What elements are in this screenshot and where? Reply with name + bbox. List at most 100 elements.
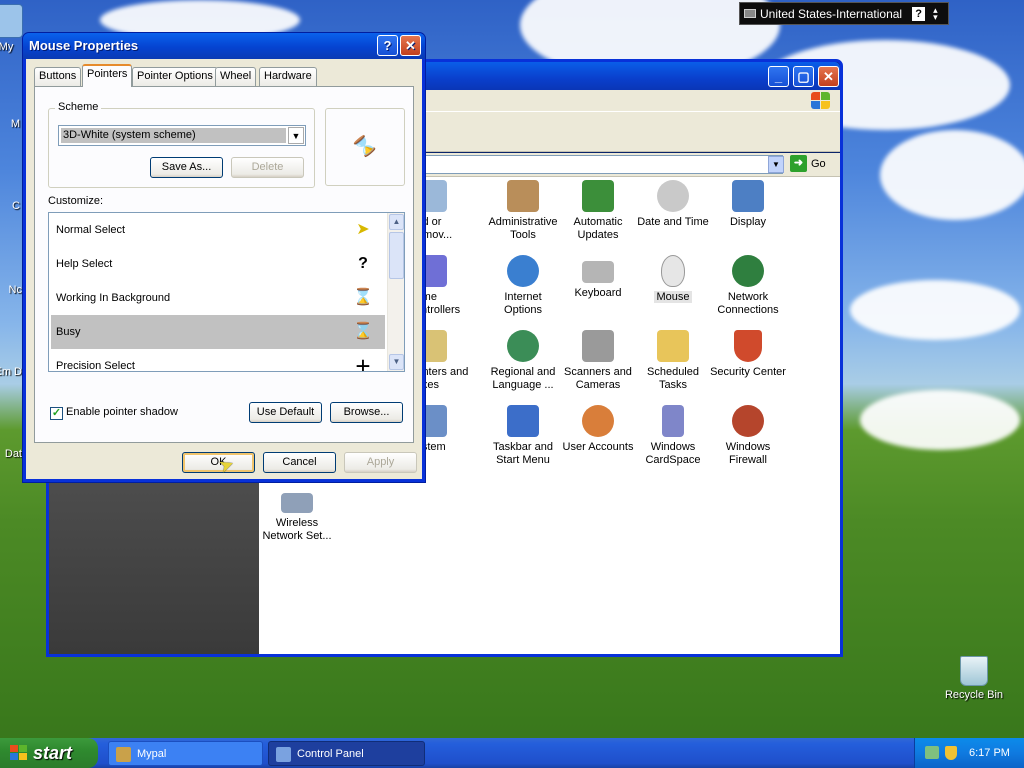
taskbar-app-mypal[interactable]: Mypal xyxy=(108,741,263,766)
cp-item-windows-firewall[interactable]: Windows Firewall xyxy=(710,405,786,467)
recycle-bin-icon xyxy=(960,656,988,686)
list-item[interactable]: Precision Select + xyxy=(51,349,385,372)
cp-item-taskbar-start-menu[interactable]: Taskbar and Start Menu xyxy=(485,405,561,467)
desktop-icon-label: Recycle Bin xyxy=(944,689,1004,701)
list-item[interactable]: Working In Background ⌛ xyxy=(51,281,385,315)
scheme-select[interactable]: 3D-White (system scheme) ▼ xyxy=(58,125,306,146)
busy-pointer-preview-icon: ⌛ xyxy=(349,131,380,162)
cp-item-label: Internet Options xyxy=(504,291,542,316)
list-item[interactable]: Help Select ? xyxy=(51,247,385,281)
desktop-icon-recycle-bin[interactable]: Recycle Bin xyxy=(938,656,1010,701)
pointer-list[interactable]: Normal Select ➤ Help Select ? Working In… xyxy=(48,212,405,372)
cp-item-wireless-network[interactable]: Wireless Network Set... xyxy=(259,485,335,543)
apply-button[interactable]: Apply xyxy=(344,452,417,473)
save-as-button[interactable]: Save As... xyxy=(150,157,223,178)
taskbar-icon xyxy=(507,405,539,437)
cp-item-keyboard[interactable]: Keyboard xyxy=(560,255,636,300)
address-dropdown-icon[interactable]: ▼ xyxy=(768,156,784,173)
desktop-icon-data[interactable]: Dat xyxy=(0,448,22,460)
scanner-icon xyxy=(582,330,614,362)
taskbar-app-control-panel[interactable]: Control Panel xyxy=(268,741,425,766)
help-button[interactable]: ? xyxy=(377,35,398,56)
dialog-body: Buttons Pointers Pointer Options Wheel H… xyxy=(26,59,422,479)
clock-icon xyxy=(657,180,689,212)
go-arrow-icon: ➜ xyxy=(790,155,807,172)
desktop-icon-label: C xyxy=(12,200,20,212)
help-icon[interactable]: ? xyxy=(912,6,926,21)
use-default-button[interactable]: Use Default xyxy=(249,402,322,423)
cp-item-network-connections[interactable]: Network Connections xyxy=(710,255,786,317)
admin-tools-icon xyxy=(507,180,539,212)
clock[interactable]: 6:17 PM xyxy=(969,738,1010,768)
desktop-icon-label: Nc xyxy=(8,284,22,296)
cp-item-user-accounts[interactable]: User Accounts xyxy=(560,405,636,454)
delete-button[interactable]: Delete xyxy=(231,157,304,178)
cp-item-label: Taskbar and Start Menu xyxy=(493,441,553,466)
tab-wheel[interactable]: Wheel xyxy=(215,67,257,86)
start-label: start xyxy=(33,743,73,763)
cp-item-internet-options[interactable]: Internet Options xyxy=(485,255,561,317)
mypal-icon xyxy=(116,747,131,762)
tab-buttons[interactable]: Buttons xyxy=(34,67,82,86)
pointer-name: Help Select xyxy=(56,258,113,270)
desktop-icon-email[interactable]: Em D xyxy=(0,366,22,378)
tab-pointers[interactable]: Pointers xyxy=(82,64,133,87)
dialog-title: Mouse Properties xyxy=(29,38,139,53)
cp-item-label: Wireless Network Set... xyxy=(262,517,332,542)
network-tray-icon[interactable] xyxy=(925,746,939,759)
keyboard-icon xyxy=(582,261,614,283)
folder-clock-icon xyxy=(657,330,689,362)
cancel-button[interactable]: Cancel xyxy=(263,452,336,473)
language-bar[interactable]: United States-International ? ▴ ▾ xyxy=(739,2,949,25)
cp-item-scheduled-tasks[interactable]: Scheduled Tasks xyxy=(635,330,711,392)
enable-shadow-label[interactable]: Enable pointer shadow xyxy=(66,406,178,418)
security-tray-icon[interactable] xyxy=(945,746,957,760)
cp-item-scanners-cameras[interactable]: Scanners and Cameras xyxy=(560,330,636,392)
minimize-button[interactable]: _ xyxy=(768,66,789,87)
list-scrollbar[interactable]: ▲ ▼ xyxy=(387,213,404,371)
system-tray: 6:17 PM xyxy=(914,738,1024,768)
cp-item-security-center[interactable]: Security Center xyxy=(710,330,786,379)
go-button[interactable]: ➜ Go xyxy=(790,155,826,172)
cp-item-label: Network Connections xyxy=(717,291,779,316)
start-button[interactable]: start xyxy=(0,738,98,768)
list-item[interactable]: Busy ⌛ xyxy=(51,315,385,349)
firewall-icon xyxy=(732,405,764,437)
cp-item-label: Windows CardSpace xyxy=(645,441,701,466)
cp-item-mouse[interactable]: Mouse xyxy=(635,255,711,304)
cp-item-automatic-updates[interactable]: Automatic Updates xyxy=(560,180,636,242)
language-label[interactable]: United States-International xyxy=(760,7,902,21)
cp-item-windows-cardspace[interactable]: Windows CardSpace xyxy=(635,405,711,467)
list-item[interactable]: Normal Select ➤ xyxy=(51,213,385,247)
cp-item-label: Date and Time xyxy=(637,216,709,228)
pointer-preview: ⌛ xyxy=(325,108,405,186)
cp-item-label: Mouse xyxy=(654,291,692,303)
desktop-icon-label: My xyxy=(0,41,14,53)
cp-item-admin-tools[interactable]: Administrative Tools xyxy=(485,180,561,242)
maximize-button[interactable]: ▢ xyxy=(793,66,814,87)
desktop-icon-documents[interactable]: M xyxy=(0,118,20,130)
enable-shadow-checkbox[interactable]: ✓ xyxy=(50,407,63,420)
mouse-properties-dialog: Mouse Properties ? ✕ Buttons Pointers Po… xyxy=(22,32,426,483)
close-button[interactable]: ✕ xyxy=(818,66,839,87)
cp-item-label: Regional and Language ... xyxy=(490,366,556,391)
cp-item-label: Display xyxy=(729,216,767,228)
cp-item-regional-language[interactable]: Regional and Language ... xyxy=(485,330,561,392)
cp-item-display[interactable]: Display xyxy=(710,180,786,229)
chevron-down-icon[interactable]: ▼ xyxy=(288,127,304,144)
close-button[interactable]: ✕ xyxy=(400,35,421,56)
scroll-down-icon[interactable]: ▼ xyxy=(389,354,404,370)
browse-button[interactable]: Browse... xyxy=(330,402,403,423)
desktop-icon-c[interactable]: C xyxy=(0,200,20,212)
tab-pointer-options[interactable]: Pointer Options xyxy=(132,67,218,86)
dialog-titlebar[interactable]: Mouse Properties ? ✕ xyxy=(23,33,425,59)
go-label: Go xyxy=(811,157,826,170)
desktop-icon-network[interactable]: Nc xyxy=(0,284,22,296)
cp-item-label: Automatic Updates xyxy=(573,216,623,241)
scroll-up-icon[interactable]: ▲ xyxy=(389,214,404,230)
cp-item-date-time[interactable]: Date and Time xyxy=(635,180,711,229)
tab-hardware[interactable]: Hardware xyxy=(259,67,317,86)
language-bar-options-icon[interactable]: ▴ ▾ xyxy=(933,5,938,21)
scroll-thumb[interactable] xyxy=(389,232,404,279)
crosshair-icon: + xyxy=(355,351,371,372)
